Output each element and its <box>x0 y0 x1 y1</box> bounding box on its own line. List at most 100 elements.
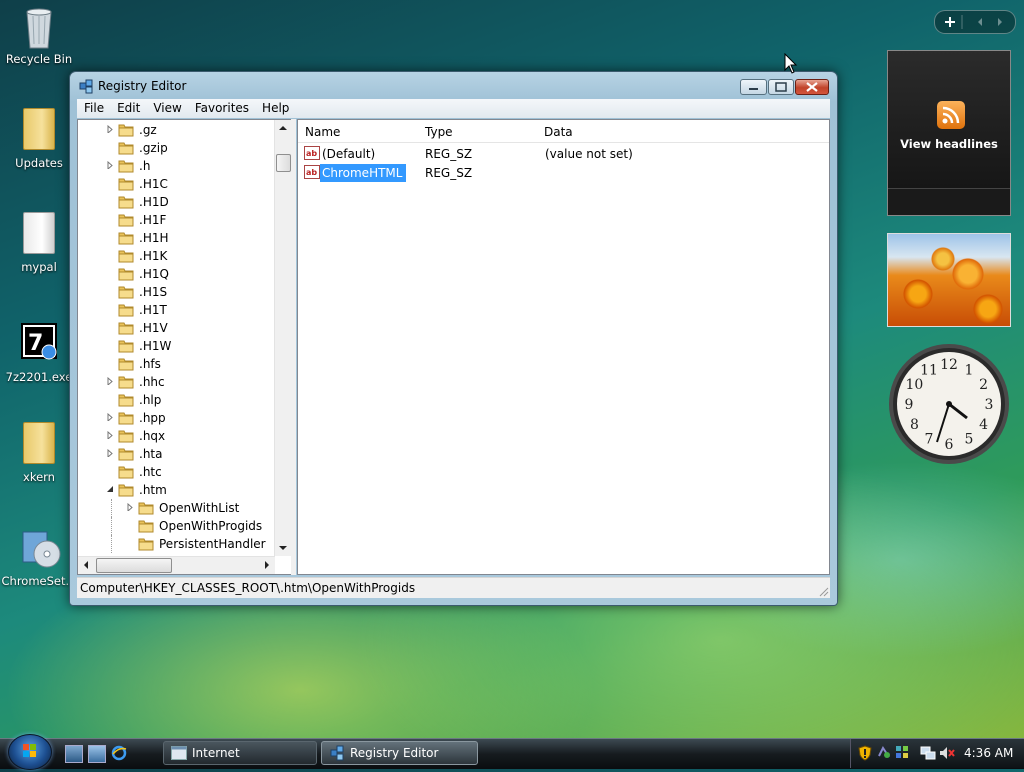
tray-app-icon[interactable] <box>877 745 891 759</box>
tree-item[interactable]: OpenWithList <box>78 499 275 517</box>
tree-item[interactable]: .hpp <box>78 409 275 427</box>
desktop-icon-7z2201[interactable]: 7 7z2201.exe <box>1 322 77 384</box>
value-name-selected[interactable]: ChromeHTML <box>320 164 407 182</box>
tray-grid-icon[interactable] <box>895 745 909 759</box>
tree-item[interactable]: PersistentHandler <box>78 535 275 553</box>
view-headlines-label[interactable]: View headlines <box>888 137 1010 151</box>
security-shield-icon[interactable] <box>858 745 872 761</box>
tree-item[interactable]: .H1Q <box>78 265 275 283</box>
tree-item[interactable]: .h <box>78 157 275 175</box>
tree-item[interactable]: .hta <box>78 445 275 463</box>
menu-favorites[interactable]: Favorites <box>188 99 255 115</box>
desktop-icon-label: Updates <box>15 156 63 170</box>
next-page-icon[interactable] <box>998 18 1002 26</box>
menu-view[interactable]: View <box>146 99 187 115</box>
expand-arrow-icon[interactable] <box>106 125 114 133</box>
previous-page-icon[interactable] <box>978 18 982 26</box>
feed-headlines-gadget[interactable]: View headlines <box>887 50 1011 216</box>
clock-numeral: 5 <box>965 432 974 448</box>
tree-item-label: .gzip <box>139 141 168 155</box>
switch-windows-icon[interactable] <box>88 745 106 763</box>
svg-text:ab: ab <box>306 149 317 158</box>
clock-time[interactable]: 4:36 AM <box>964 746 1013 760</box>
tree-item-label: .H1D <box>139 195 169 209</box>
taskbar-button-registry-editor[interactable]: Registry Editor <box>321 741 478 765</box>
tree-item[interactable]: .H1S <box>78 283 275 301</box>
scroll-down-arrow-icon[interactable] <box>275 540 291 556</box>
clock-numeral: 12 <box>940 357 958 373</box>
scroll-left-arrow-icon[interactable] <box>78 557 94 573</box>
internet-explorer-icon[interactable] <box>111 745 127 761</box>
column-header-type[interactable]: Type <box>418 120 538 143</box>
slideshow-gadget[interactable] <box>887 233 1011 327</box>
taskbar-button-label: Registry Editor <box>350 746 439 760</box>
tree-item[interactable]: .H1H <box>78 229 275 247</box>
scroll-right-arrow-icon[interactable] <box>259 557 275 573</box>
tree-item[interactable]: .htc <box>78 463 275 481</box>
tree-item[interactable]: .hqx <box>78 427 275 445</box>
tree-item[interactable]: .H1C <box>78 175 275 193</box>
expand-arrow-icon[interactable] <box>106 449 114 457</box>
resize-grip-icon[interactable] <box>817 585 829 597</box>
registry-key-tree[interactable]: .gz .gzip .h .H1C .H1D .H1F .H1H .H1K .H1Q .H1S .H… <box>77 119 292 575</box>
tree-item[interactable]: .hhc <box>78 373 275 391</box>
tree-item[interactable]: .htm <box>78 481 275 499</box>
minimize-button[interactable] <box>740 79 767 95</box>
menu-file[interactable]: File <box>77 99 110 115</box>
tree-item[interactable]: .gz <box>78 121 275 139</box>
gadget-footer <box>888 188 1010 215</box>
desktop-icon-updates[interactable]: Updates <box>1 108 77 170</box>
menu-help[interactable]: Help <box>255 99 295 115</box>
svg-text:ab: ab <box>306 168 317 177</box>
list-item[interactable]: ab ChromeHTML REG_SZ <box>298 164 798 183</box>
collapse-arrow-icon[interactable] <box>106 485 114 493</box>
tree-item-label: .hhc <box>139 375 165 389</box>
expand-arrow-icon[interactable] <box>106 413 114 421</box>
tree-item[interactable]: .hlp <box>78 391 275 409</box>
volume-muted-icon[interactable] <box>938 745 956 761</box>
list-item[interactable]: ab (Default) REG_SZ (value not set) <box>298 145 798 164</box>
tree-item[interactable]: .H1F <box>78 211 275 229</box>
tree-item-label: .H1S <box>139 285 168 299</box>
horizontal-scroll-thumb[interactable] <box>96 558 172 573</box>
scroll-thumb[interactable] <box>276 154 291 172</box>
desktop-icon-recycle-bin[interactable]: Recycle Bin <box>1 4 77 66</box>
tree-horizontal-scrollbar[interactable] <box>78 556 275 574</box>
tree-item[interactable]: .H1V <box>78 319 275 337</box>
tree-item[interactable]: .H1W <box>78 337 275 355</box>
desktop-icon-chromesetup[interactable]: ChromeSet... <box>1 526 77 588</box>
tree-item[interactable]: .H1D <box>78 193 275 211</box>
column-header-name[interactable]: Name <box>298 120 419 143</box>
desktop-icon-xkern[interactable]: xkern <box>1 422 77 484</box>
tree-item-label: .htm <box>139 483 167 497</box>
tree-vertical-scrollbar[interactable] <box>274 120 291 556</box>
expand-arrow-icon[interactable] <box>106 161 114 169</box>
show-desktop-icon[interactable] <box>65 745 83 763</box>
add-gadget-icon[interactable] <box>945 17 955 27</box>
desktop-icon-mypal[interactable]: mypal <box>1 212 77 274</box>
expand-arrow-icon[interactable] <box>106 431 114 439</box>
column-header-data[interactable]: Data <box>537 120 829 143</box>
scroll-up-arrow-icon[interactable] <box>275 120 291 136</box>
start-button[interactable] <box>8 734 52 770</box>
sidebar-controls <box>934 10 1016 34</box>
network-icon[interactable] <box>920 745 936 761</box>
tree-item-label: OpenWithList <box>159 501 240 515</box>
column-header-name-label: Name <box>305 125 341 139</box>
tree-item[interactable]: .H1K <box>78 247 275 265</box>
maximize-button[interactable] <box>768 79 794 95</box>
registry-values-list[interactable]: Name Type Data ab (Default) REG_SZ (valu… <box>297 119 830 575</box>
tree-item[interactable]: OpenWithProgids <box>78 517 275 535</box>
menu-edit[interactable]: Edit <box>110 99 146 115</box>
tree-item[interactable]: .hfs <box>78 355 275 373</box>
close-button[interactable] <box>795 79 829 95</box>
window-title: Registry Editor <box>98 79 187 93</box>
title-bar[interactable]: Registry Editor <box>70 72 837 100</box>
tree-item[interactable]: .gzip <box>78 139 275 157</box>
pane-splitter[interactable] <box>291 119 296 575</box>
tree-item[interactable]: .H1T <box>78 301 275 319</box>
taskbar-button-internet[interactable]: Internet <box>163 741 317 765</box>
expand-arrow-icon[interactable] <box>126 503 134 511</box>
tree-item-label: .H1Q <box>139 267 169 281</box>
expand-arrow-icon[interactable] <box>106 377 114 385</box>
